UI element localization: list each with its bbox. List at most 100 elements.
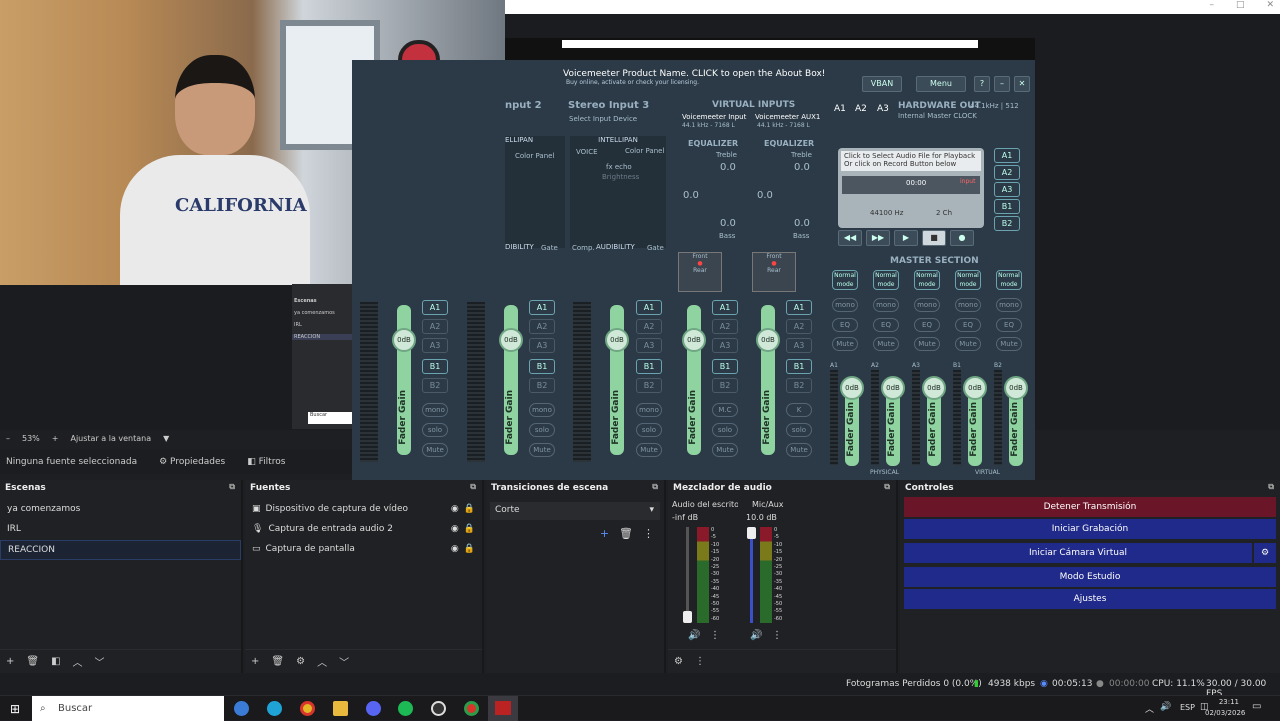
up-icon[interactable]: ︿ xyxy=(73,654,83,669)
start-recording-button[interactable]: Iniciar Grabación xyxy=(904,519,1276,539)
bus-a1-button[interactable]: A1 xyxy=(712,300,738,315)
chrome-icon[interactable] xyxy=(300,701,315,716)
stereo-input-3-label[interactable]: Stereo Input 3 xyxy=(568,100,649,111)
filters-button[interactable]: ◧ Filtros xyxy=(247,457,285,467)
minimize-icon[interactable]: – xyxy=(1209,0,1214,10)
speaker-icon[interactable]: 🔊 xyxy=(1160,702,1171,712)
bus-b1-button[interactable]: B1 xyxy=(529,359,555,374)
close-icon[interactable]: ✕ xyxy=(1266,0,1274,10)
vm-close-icon[interactable]: ✕ xyxy=(1014,76,1030,92)
cassette-bus-a3-button[interactable]: A3 xyxy=(994,182,1020,197)
master-eq-button[interactable]: EQ xyxy=(955,318,981,332)
bus-a2-button[interactable]: A2 xyxy=(786,319,812,334)
master-mono-button[interactable]: mono xyxy=(914,298,940,312)
copilot-icon[interactable] xyxy=(234,701,249,716)
bus-a2-button[interactable]: A2 xyxy=(422,319,448,334)
trash-icon[interactable]: 🗑 xyxy=(26,656,39,667)
scene-item[interactable]: IRL xyxy=(0,520,241,540)
eye-icon[interactable]: ◉ xyxy=(451,544,459,556)
bus-a2-button[interactable]: A2 xyxy=(529,319,555,334)
speaker-icon[interactable]: 🔊 xyxy=(688,630,700,641)
start-virtual-cam-button[interactable]: Iniciar Cámara Virtual xyxy=(904,543,1252,563)
mute-button[interactable]: Mute xyxy=(422,443,448,457)
pan-dot[interactable]: ● xyxy=(753,260,795,267)
file-explorer-icon[interactable] xyxy=(333,701,348,716)
vban-button[interactable]: VBAN xyxy=(862,76,902,92)
solo-button[interactable]: solo xyxy=(786,423,812,437)
master-mono-button[interactable]: mono xyxy=(873,298,899,312)
bus-b2-button[interactable]: B2 xyxy=(786,378,812,393)
cassette-bus-b2-button[interactable]: B2 xyxy=(994,216,1020,231)
bus-a3-button[interactable]: A3 xyxy=(712,338,738,353)
master-fader-knob[interactable]: 0dB xyxy=(881,376,905,400)
normal-mode-button[interactable]: Normal mode xyxy=(873,270,899,290)
bus-a1-button[interactable]: A1 xyxy=(786,300,812,315)
fader-knob[interactable]: 0dB xyxy=(605,328,629,352)
popout-icon[interactable]: ⧉ xyxy=(884,482,890,492)
mute-button[interactable]: Mute xyxy=(786,443,812,457)
bus-a2-button[interactable]: A2 xyxy=(712,319,738,334)
extra-button[interactable]: K xyxy=(786,403,812,417)
bus-b1-button[interactable]: B1 xyxy=(712,359,738,374)
bus-a3-button[interactable]: A3 xyxy=(422,338,448,353)
panner-2[interactable]: Front ● Rear xyxy=(752,252,796,292)
select-input-device[interactable]: Select Input Device xyxy=(569,115,637,123)
zoom-in-icon[interactable]: + xyxy=(52,434,59,443)
solo-button[interactable]: solo xyxy=(712,423,738,437)
normal-mode-button[interactable]: Normal mode xyxy=(914,270,940,290)
lock-icon[interactable]: 🔒 xyxy=(464,504,475,516)
hw-a2[interactable]: A2 xyxy=(855,104,867,114)
volume-slider-1[interactable] xyxy=(683,527,692,623)
volume-handle[interactable] xyxy=(747,527,756,539)
master-mono-button[interactable]: mono xyxy=(955,298,981,312)
more-icon[interactable]: ⋮ xyxy=(772,630,782,641)
mute-button[interactable]: Mute xyxy=(636,443,662,457)
master-mute-button[interactable]: Mute xyxy=(832,337,858,351)
bus-b2-button[interactable]: B2 xyxy=(636,378,662,393)
bus-b1-button[interactable]: B1 xyxy=(636,359,662,374)
popout-icon[interactable]: ⧉ xyxy=(1268,482,1274,492)
bus-a1-button[interactable]: A1 xyxy=(636,300,662,315)
cassette-bus-a2-button[interactable]: A2 xyxy=(994,165,1020,180)
master-fader-knob[interactable]: 0dB xyxy=(840,376,864,400)
bus-a1-button[interactable]: A1 xyxy=(529,300,555,315)
bus-a1-button[interactable]: A1 xyxy=(422,300,448,315)
mono-button[interactable]: mono xyxy=(529,403,555,417)
normal-mode-button[interactable]: Normal mode xyxy=(996,270,1022,290)
speaker-icon[interactable]: 🔊 xyxy=(750,630,762,641)
color-panel-label[interactable]: Color Panel xyxy=(625,147,666,155)
master-mute-button[interactable]: Mute xyxy=(955,337,981,351)
edge-icon[interactable] xyxy=(267,701,282,716)
cassette-recorder[interactable]: Click to Select Audio File for Playback … xyxy=(838,148,984,228)
taskbar-search[interactable]: ⌕ Buscar xyxy=(32,696,224,721)
mute-button[interactable]: Mute xyxy=(712,443,738,457)
source-item[interactable]: ▣ Dispositivo de captura de vídeo ◉ 🔒 xyxy=(245,500,482,520)
zoom-out-icon[interactable]: – xyxy=(6,434,10,443)
pan-dot[interactable]: ● xyxy=(679,260,721,267)
eye-icon[interactable]: ◉ xyxy=(451,524,459,536)
fader-knob[interactable]: 0dB xyxy=(499,328,523,352)
chevron-down-icon[interactable]: ▼ xyxy=(163,434,169,443)
bus-b2-button[interactable]: B2 xyxy=(712,378,738,393)
record-icon[interactable]: ● xyxy=(950,230,974,246)
master-eq-button[interactable]: EQ xyxy=(873,318,899,332)
eye-icon[interactable]: ◉ xyxy=(451,504,459,516)
trash-icon[interactable]: 🗑 xyxy=(619,527,633,540)
lock-icon[interactable]: 🔒 xyxy=(464,544,475,556)
transition-select[interactable]: Corte ▾ xyxy=(490,502,660,520)
master-fader-knob[interactable]: 0dB xyxy=(922,376,946,400)
mono-button[interactable]: mono xyxy=(636,403,662,417)
mute-button[interactable]: Mute xyxy=(529,443,555,457)
popout-icon[interactable]: ⧉ xyxy=(229,482,235,492)
more-icon[interactable]: ⋮ xyxy=(695,656,705,667)
settings-button[interactable]: Ajustes xyxy=(904,589,1276,609)
master-mono-button[interactable]: mono xyxy=(832,298,858,312)
language-indicator[interactable]: ESP xyxy=(1180,703,1195,712)
down-icon[interactable]: ﹀ xyxy=(95,654,105,669)
obs-icon[interactable] xyxy=(431,701,446,716)
fit-window[interactable]: Ajustar a la ventana xyxy=(70,434,151,443)
hw-a3[interactable]: A3 xyxy=(877,104,889,114)
stop-icon[interactable]: ■ xyxy=(922,230,946,246)
solo-button[interactable]: solo xyxy=(422,423,448,437)
gear-icon[interactable]: ⚙ xyxy=(296,656,305,667)
